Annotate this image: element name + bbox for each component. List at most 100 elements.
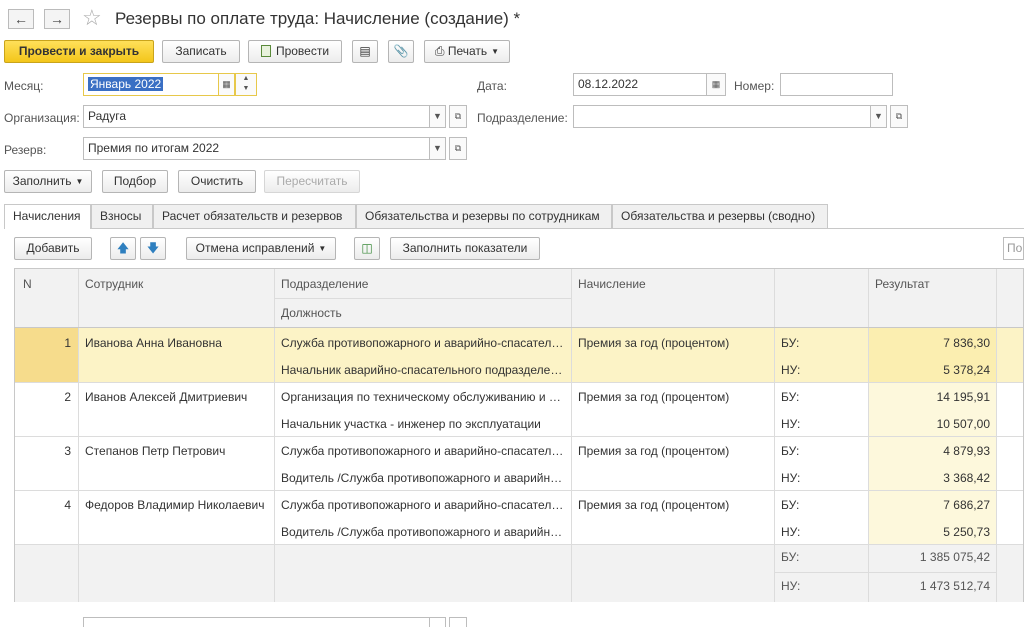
row-nu-value[interactable]: 3 368,42 [869, 471, 996, 485]
row-number[interactable]: 1 [15, 336, 77, 350]
fill-indicators-button[interactable]: Заполнить показатели [390, 237, 540, 260]
row-accrual[interactable]: Премия за год (процентом) [572, 390, 774, 404]
row-nu-value[interactable]: 5 378,24 [869, 363, 996, 377]
result-column-bg [868, 382, 996, 544]
total-bu-label: БУ: [781, 550, 800, 564]
date-calendar-icon[interactable]: ▦ [706, 73, 726, 96]
number-label: Номер: [734, 79, 775, 93]
row-department[interactable]: Служба противопожарного и аварийно-спаса… [275, 336, 571, 350]
row-position[interactable]: Начальник аварийно-спасательного подразд… [275, 363, 571, 377]
bottom-field-open-icon[interactable] [449, 617, 467, 627]
report-icon[interactable]: ▤ [352, 40, 378, 63]
recalculate-button[interactable]: Пересчитать [264, 170, 360, 193]
printer-icon: ⎙ [434, 44, 448, 58]
clear-button[interactable]: Очистить [178, 170, 256, 193]
chevron-down-icon: ▼ [491, 47, 500, 56]
row-employee[interactable]: Иванова Анна Ивановна [79, 336, 274, 350]
row-number[interactable]: 2 [15, 390, 77, 404]
row-department[interactable]: Служба противопожарного и аварийно-спаса… [275, 444, 571, 458]
row-accrual[interactable]: Премия за год (процентом) [572, 498, 774, 512]
row-number[interactable]: 4 [15, 498, 77, 512]
tab-liabilities-calc[interactable]: Расчет обязательств и резервов [153, 204, 356, 228]
row-position[interactable]: Начальник участка - инженер по эксплуата… [275, 417, 571, 431]
department-open-icon[interactable]: ⧉ [890, 105, 908, 128]
fill-button-label: Заполнить [12, 174, 72, 188]
move-up-icon[interactable]: 🡅 [110, 237, 136, 260]
attachment-icon[interactable]: 📎 [388, 40, 414, 63]
total-nu-label: НУ: [781, 579, 801, 593]
save-button[interactable]: Записать [162, 40, 240, 63]
chevron-down-icon: ▼ [318, 244, 327, 253]
row-employee[interactable]: Иванов Алексей Дмитриевич [79, 390, 274, 404]
tab-liabilities-summary[interactable]: Обязательства и резервы (сводно) [612, 204, 828, 228]
print-button[interactable]: ⎙ Печать ▼ [424, 40, 510, 63]
month-label: Месяц: [4, 79, 44, 93]
header-department[interactable]: Подразделение [275, 277, 571, 291]
row-bu-label: БУ: [781, 498, 800, 512]
bottom-field[interactable] [83, 617, 430, 627]
row-department[interactable]: Служба противопожарного и аварийно-спаса… [275, 498, 571, 512]
row-bu-value[interactable]: 14 195,91 [869, 390, 996, 404]
calendar-icon[interactable]: ▦ [218, 73, 235, 96]
pick-button[interactable]: Подбор [102, 170, 168, 193]
row-position[interactable]: Водитель /Служба противопожарного и авар… [275, 471, 571, 485]
row-bu-value[interactable]: 4 879,93 [869, 444, 996, 458]
reserve-open-icon[interactable]: ⧉ [449, 137, 467, 160]
header-n[interactable]: N [17, 277, 77, 291]
row-divider [15, 327, 1023, 328]
fill-button[interactable]: Заполнить ▼ [4, 170, 92, 193]
search-input[interactable]: По [1003, 237, 1024, 260]
date-field[interactable]: 08.12.2022 [573, 73, 707, 96]
row-department[interactable]: Организация по техническому обслуживанию… [275, 390, 571, 404]
table-settings-icon[interactable]: ◫ [354, 237, 380, 260]
header-result[interactable]: Результат [869, 277, 996, 291]
cancel-corrections-button[interactable]: Отмена исправлений ▼ [186, 237, 336, 260]
row-nu-value[interactable]: 5 250,73 [869, 525, 996, 539]
row-divider [774, 572, 996, 573]
tab-liabilities-by-employee[interactable]: Обязательства и резервы по сотрудникам [356, 204, 612, 228]
row-divider [15, 436, 1023, 437]
organization-field[interactable]: Радуга [83, 105, 430, 128]
forward-arrow-icon[interactable]: → [44, 9, 70, 29]
total-bu-value: 1 385 075,42 [919, 550, 990, 564]
move-down-icon[interactable]: 🡇 [140, 237, 166, 260]
row-number[interactable]: 3 [15, 444, 77, 458]
bottom-field-dropdown-icon[interactable] [429, 617, 446, 627]
add-button[interactable]: Добавить [14, 237, 92, 260]
organization-dropdown-icon[interactable]: ▼ [429, 105, 446, 128]
month-field[interactable]: Январь 2022 [83, 73, 219, 96]
row-accrual[interactable]: Премия за год (процентом) [572, 336, 774, 350]
row-nu-value[interactable]: 10 507,00 [869, 417, 996, 431]
accruals-table: N Сотрудник Подразделение Должность Начи… [14, 268, 1024, 602]
row-bu-label: БУ: [781, 336, 800, 350]
row-bu-value[interactable]: 7 836,30 [869, 336, 996, 350]
row-employee[interactable]: Степанов Петр Петрович [79, 444, 274, 458]
month-stepper[interactable]: ▲ ▼ [235, 73, 257, 96]
row-divider [274, 298, 571, 299]
header-accrual[interactable]: Начисление [572, 277, 774, 291]
row-divider [15, 382, 1023, 383]
organization-label: Организация: [4, 111, 80, 125]
favorite-star-icon[interactable]: ☆ [82, 6, 102, 30]
row-position[interactable]: Водитель /Служба противопожарного и авар… [275, 525, 571, 539]
post-doc-icon [260, 45, 271, 57]
header-employee[interactable]: Сотрудник [79, 277, 274, 291]
back-arrow-icon[interactable]: ← [8, 9, 34, 29]
row-employee[interactable]: Федоров Владимир Николаевич [79, 498, 274, 512]
number-field[interactable] [780, 73, 893, 96]
post-and-close-button[interactable]: Провести и закрыть [4, 40, 154, 63]
tab-contributions[interactable]: Взносы [91, 204, 153, 228]
tab-accruals[interactable]: Начисления [4, 204, 91, 229]
header-position[interactable]: Должность [275, 306, 571, 320]
cancel-corrections-label: Отмена исправлений [195, 241, 315, 255]
department-dropdown-icon[interactable]: ▼ [870, 105, 887, 128]
row-accrual[interactable]: Премия за год (процентом) [572, 444, 774, 458]
post-button[interactable]: Провести [248, 40, 342, 63]
reserve-dropdown-icon[interactable]: ▼ [429, 137, 446, 160]
row-bu-label: БУ: [781, 390, 800, 404]
row-divider [15, 544, 1023, 545]
row-bu-value[interactable]: 7 686,27 [869, 498, 996, 512]
reserve-field[interactable]: Премия по итогам 2022 [83, 137, 430, 160]
department-field[interactable] [573, 105, 871, 128]
organization-open-icon[interactable]: ⧉ [449, 105, 467, 128]
